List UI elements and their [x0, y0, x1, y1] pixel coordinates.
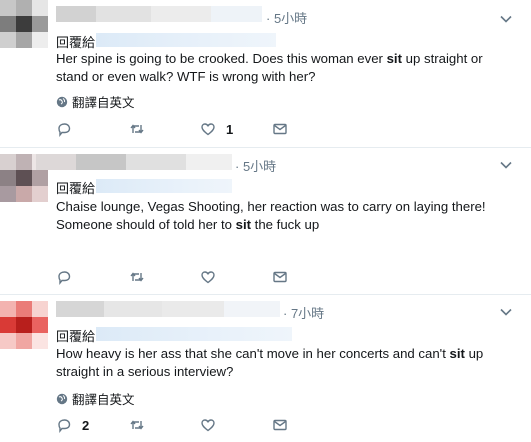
- tweet-card[interactable]: · 7小時 回覆給 How heavy is her ass that she …: [0, 295, 531, 442]
- chevron-down-icon[interactable]: [499, 158, 513, 172]
- retweet-icon: [130, 272, 144, 282]
- reply-to-user-redacted[interactable]: [96, 327, 292, 341]
- tweet-card[interactable]: · 5小時 回覆給 Chaise lounge, Vegas Shooting,…: [0, 148, 531, 295]
- tweet-actions: [56, 269, 296, 287]
- tweet-text: Her spine is going to be crooked. Does t…: [56, 51, 483, 84]
- reply-button[interactable]: [56, 121, 82, 137]
- translate-link[interactable]: 翻譯自英文: [56, 92, 135, 111]
- like-count: 1: [226, 121, 234, 137]
- reply-button[interactable]: 2: [56, 417, 89, 433]
- reply-count: 2: [82, 417, 90, 433]
- direct-message-button[interactable]: [272, 269, 288, 285]
- retweet-icon: [130, 420, 144, 430]
- chevron-down-icon[interactable]: [499, 305, 513, 319]
- globe-icon: [56, 393, 68, 404]
- reply-icon: [58, 123, 71, 137]
- like-button[interactable]: [200, 269, 226, 285]
- envelope-icon: [273, 271, 287, 283]
- avatar[interactable]: [0, 301, 48, 349]
- tweet-timestamp[interactable]: · 5小時: [235, 156, 276, 175]
- highlighted-keyword: sit: [386, 51, 402, 66]
- reply-button[interactable]: [56, 269, 82, 285]
- retweet-button[interactable]: [129, 269, 155, 285]
- heart-icon: [201, 123, 215, 136]
- chevron-down-icon[interactable]: [499, 12, 513, 26]
- reply-to-label: 回覆給: [56, 35, 96, 50]
- highlighted-keyword: sit: [235, 217, 252, 232]
- tweet-text: Chaise lounge, Vegas Shooting, her react…: [56, 199, 486, 232]
- user-name-redacted[interactable]: [56, 301, 280, 317]
- tweet-text: How heavy is her ass that she can't move…: [56, 346, 484, 379]
- envelope-icon: [273, 419, 287, 431]
- retweet-icon: [130, 124, 144, 134]
- heart-icon: [201, 419, 215, 432]
- translate-link[interactable]: 翻譯自英文: [56, 389, 135, 408]
- user-name-redacted[interactable]: [36, 154, 232, 170]
- retweet-button[interactable]: [129, 121, 155, 137]
- tweet-actions: 1: [56, 121, 296, 139]
- retweet-button[interactable]: [129, 417, 155, 433]
- avatar[interactable]: [0, 0, 48, 48]
- heart-icon: [201, 271, 215, 284]
- reply-icon: [58, 419, 71, 433]
- tweet-card[interactable]: · 5小時 回覆給 Her spine is going to be crook…: [0, 0, 531, 148]
- reply-to-user-redacted[interactable]: [96, 179, 232, 193]
- highlighted-keyword: sit: [449, 346, 465, 361]
- like-button[interactable]: 1: [200, 121, 233, 137]
- envelope-icon: [273, 123, 287, 135]
- tweet-timestamp[interactable]: · 5小時: [266, 8, 307, 27]
- reply-to-label: 回覆給: [56, 329, 96, 344]
- reply-to-label: 回覆給: [56, 181, 96, 196]
- tweet-actions: 2: [56, 417, 296, 435]
- direct-message-button[interactable]: [272, 121, 288, 137]
- tweet-timestamp[interactable]: · 7小時: [283, 303, 324, 322]
- direct-message-button[interactable]: [272, 417, 288, 433]
- globe-icon: [56, 96, 68, 107]
- user-name-redacted[interactable]: [56, 6, 262, 22]
- reply-icon: [58, 271, 71, 285]
- like-button[interactable]: [200, 417, 226, 433]
- reply-to-user-redacted[interactable]: [96, 33, 276, 47]
